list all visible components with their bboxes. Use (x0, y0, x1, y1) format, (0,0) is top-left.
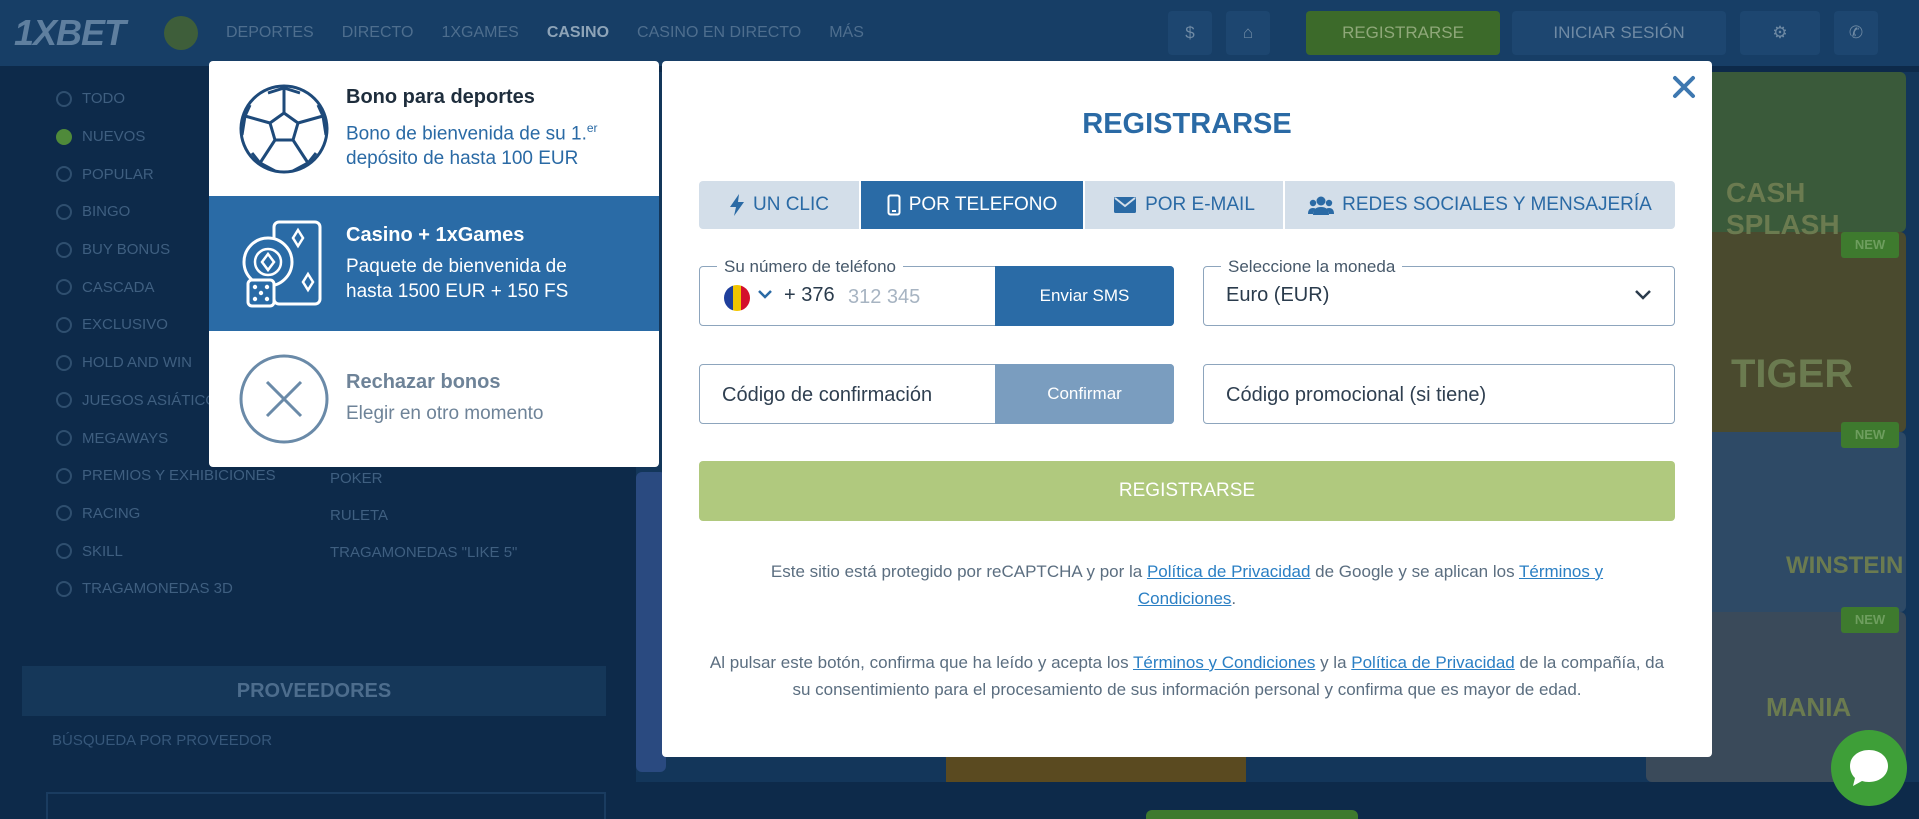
providers-search-label: BÚSQUEDA POR PROVEEDOR (52, 732, 273, 749)
bonus-option-casino[interactable]: Casino + 1xGames Paquete de bienvenida d… (209, 196, 659, 331)
sidebar-item[interactable]: POKER (330, 470, 517, 507)
main-nav: DEPORTES DIRECTO 1XGAMES CASINO CASINO E… (226, 24, 864, 42)
currency-value: Euro (EUR) (1226, 284, 1330, 306)
chevron-down-icon (1635, 290, 1651, 300)
country-code: + 376 (784, 284, 835, 306)
confirmation-code-field: Confirmar (699, 364, 1174, 424)
sidebar-item[interactable]: RULETA (330, 507, 517, 544)
nav-item-casino[interactable]: CASINO (547, 24, 609, 42)
lightning-icon (729, 194, 744, 216)
bottom-green-bar (1146, 810, 1358, 819)
privacy-policy-link[interactable]: Política de Privacidad (1147, 562, 1310, 581)
phone-field: Su número de teléfono + 376 Enviar SMS (699, 257, 1174, 326)
bonus-title: Casino + 1xGames (346, 223, 525, 246)
chat-support-button[interactable] (1831, 730, 1907, 806)
category-sidebar-col2: POKER RULETA TRAGAMONEDAS "LIKE 5" (330, 470, 517, 581)
game-tile-title: MANIA (1766, 692, 1852, 722)
new-badge: NEW (1841, 232, 1899, 258)
nav-item-directo[interactable]: DIRECTO (342, 24, 414, 42)
phone-input[interactable] (848, 279, 978, 315)
promo-code-field (1203, 364, 1675, 424)
registration-modal: REGISTRARSE UN CLIC POR TELEFONO POR E-M… (662, 61, 1712, 757)
terms-link[interactable]: Términos y Condiciones (1133, 653, 1315, 672)
tab-one-click[interactable]: UN CLIC (699, 181, 859, 229)
tab-email[interactable]: POR E-MAIL (1085, 181, 1283, 229)
bonus-title: Rechazar bonos (346, 371, 501, 393)
nav-item-deportes[interactable]: DEPORTES (226, 24, 314, 42)
phone-icon (887, 194, 901, 216)
header-login-button[interactable]: INICIAR SESIÓN (1512, 11, 1726, 55)
flag-logo-icon (164, 16, 198, 50)
users-icon (1308, 196, 1335, 215)
bonus-title: Bono para deportes (346, 85, 535, 108)
privacy-policy-link[interactable]: Política de Privacidad (1351, 653, 1514, 672)
registration-method-tabs: UN CLIC POR TELEFONO POR E-MAIL REDES SO… (699, 181, 1675, 229)
bonus-selector-panel: Bono para deportes Bono de bienvenida de… (209, 61, 659, 467)
bonus-description: Paquete de bienvenida de hasta 1500 EUR +… (346, 255, 569, 302)
modal-title: REGISTRARSE (1082, 108, 1292, 140)
game-tile-title: TIGER (1731, 352, 1854, 396)
game-tile-title: WINSTEIN (1786, 552, 1904, 579)
casino-chips-cards-icon (238, 218, 330, 310)
tab-social[interactable]: REDES SOCIALES Y MENSAJERÍA (1285, 181, 1675, 229)
close-icon[interactable] (1668, 71, 1700, 103)
confirm-button[interactable]: Confirmar (995, 364, 1174, 424)
register-button[interactable]: REGISTRARSE (699, 461, 1675, 521)
nav-item-mas[interactable]: MÁS (829, 24, 864, 42)
phone-field-label: Su número de teléfono (717, 257, 904, 277)
sidebar-item[interactable]: RACING (20, 495, 610, 533)
site-header: 1XBET DEPORTES DIRECTO 1XGAMES CASINO CA… (0, 0, 1919, 66)
envelope-icon (1114, 197, 1137, 213)
soccer-ball-icon (238, 83, 330, 175)
chat-bubble-icon (1850, 750, 1888, 786)
nav-item-1xgames[interactable]: 1XGAMES (441, 24, 518, 42)
sidebar-item[interactable]: TRAGAMONEDAS 3D (20, 570, 610, 608)
bonus-description: Bono de bienvenida de su 1.er depósito de… (346, 120, 598, 170)
bonus-description: Elegir en otro momento (346, 403, 544, 424)
currency-select[interactable]: Seleccione la moneda Euro (EUR) (1203, 257, 1675, 326)
tab-phone[interactable]: POR TELEFONO (861, 181, 1083, 229)
header-register-button[interactable]: REGISTRARSE (1306, 11, 1500, 55)
sidebar-item[interactable]: SKILL (20, 532, 610, 570)
currency-field-label: Seleccione la moneda (1221, 257, 1403, 277)
sidebar-item[interactable]: TRAGAMONEDAS "LIKE 5" (330, 544, 517, 581)
gift-icon[interactable]: ⌂ (1226, 11, 1270, 55)
send-sms-button[interactable]: Enviar SMS (995, 266, 1174, 326)
bonus-option-sports[interactable]: Bono para deportes Bono de bienvenida de… (209, 61, 659, 196)
gear-icon[interactable]: ⚙ (1740, 11, 1820, 55)
confirmation-code-input[interactable] (722, 377, 982, 413)
site-logo: 1XBET (14, 12, 126, 53)
new-badge: NEW (1841, 422, 1899, 448)
consent-notice: Al pulsar este botón, confirma que ha le… (709, 653, 1665, 699)
promo-code-input[interactable] (1226, 377, 1646, 413)
andorra-flag-icon[interactable] (724, 285, 750, 311)
nav-item-casino-directo[interactable]: CASINO EN DIRECTO (637, 24, 801, 42)
recaptcha-notice: Este sitio está protegido por reCAPTCHA … (770, 562, 1604, 608)
phone-call-icon[interactable]: ✆ (1834, 11, 1878, 55)
close-circle-icon (238, 353, 330, 445)
providers-search-box[interactable] (46, 792, 606, 819)
providers-header: PROVEEDORES (22, 666, 606, 716)
dollar-icon[interactable]: $ (1168, 11, 1212, 55)
new-badge: NEW (1841, 607, 1899, 633)
chevron-down-icon[interactable] (757, 288, 773, 300)
bonus-option-decline[interactable]: Rechazar bonos Elegir en otro momento (209, 331, 659, 466)
